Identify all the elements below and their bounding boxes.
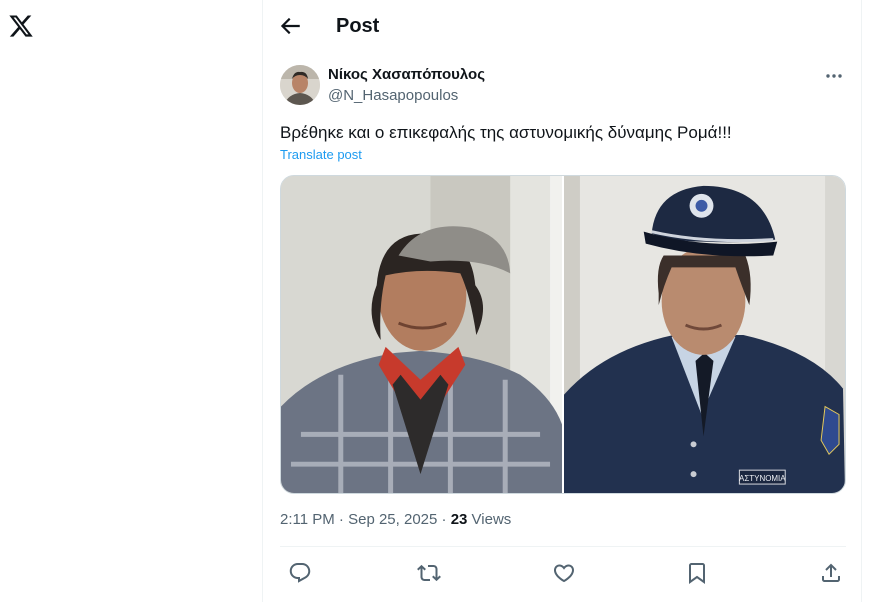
arrow-left-icon[interactable] — [277, 13, 303, 39]
post-header: Post — [263, 0, 861, 53]
translate-post-link[interactable]: Translate post — [280, 147, 362, 162]
like-icon[interactable] — [552, 561, 576, 585]
avatar[interactable] — [280, 65, 320, 105]
post-media: ΑΣΤΥΝΟΜΙΑ — [280, 175, 846, 494]
author-name[interactable]: Νίκος Χασαπόπουλος — [328, 66, 485, 83]
left-rail — [0, 0, 262, 602]
meta-separator: · — [441, 511, 447, 528]
repost-icon[interactable] — [417, 561, 441, 585]
share-icon[interactable] — [819, 561, 843, 585]
views-label: Views — [471, 511, 512, 528]
views-count: 23 — [450, 511, 468, 528]
photo-badge-text: ΑΣΤΥΝΟΜΙΑ — [739, 474, 786, 483]
post-author: Νίκος Χασαπόπουλος @N_Hasapopoulos — [280, 64, 845, 108]
post-action-bar — [280, 546, 846, 602]
post-meta: 2:11 PM · Sep 25, 2025 · 23 Views — [280, 511, 511, 528]
page-title: Post — [336, 15, 380, 37]
post-photo-left[interactable] — [281, 176, 562, 493]
post-text: Βρέθηκε και ο επικεφαλής της αστυνομικής… — [280, 123, 732, 142]
post-time[interactable]: 2:11 PM — [280, 511, 335, 528]
post-detail-column: Post Νίκος Χασαπόπουλος @N_Hasapopoulos … — [262, 0, 862, 602]
more-horizontal-icon[interactable] — [823, 66, 845, 86]
meta-separator: · — [338, 511, 344, 528]
x-logo-icon[interactable] — [8, 13, 34, 39]
bookmark-icon[interactable] — [685, 561, 709, 585]
author-handle[interactable]: @N_Hasapopoulos — [328, 87, 458, 104]
reply-icon[interactable] — [288, 561, 312, 585]
post-date[interactable]: Sep 25, 2025 — [348, 511, 437, 528]
post-photo-right[interactable]: ΑΣΤΥΝΟΜΙΑ — [564, 176, 845, 493]
